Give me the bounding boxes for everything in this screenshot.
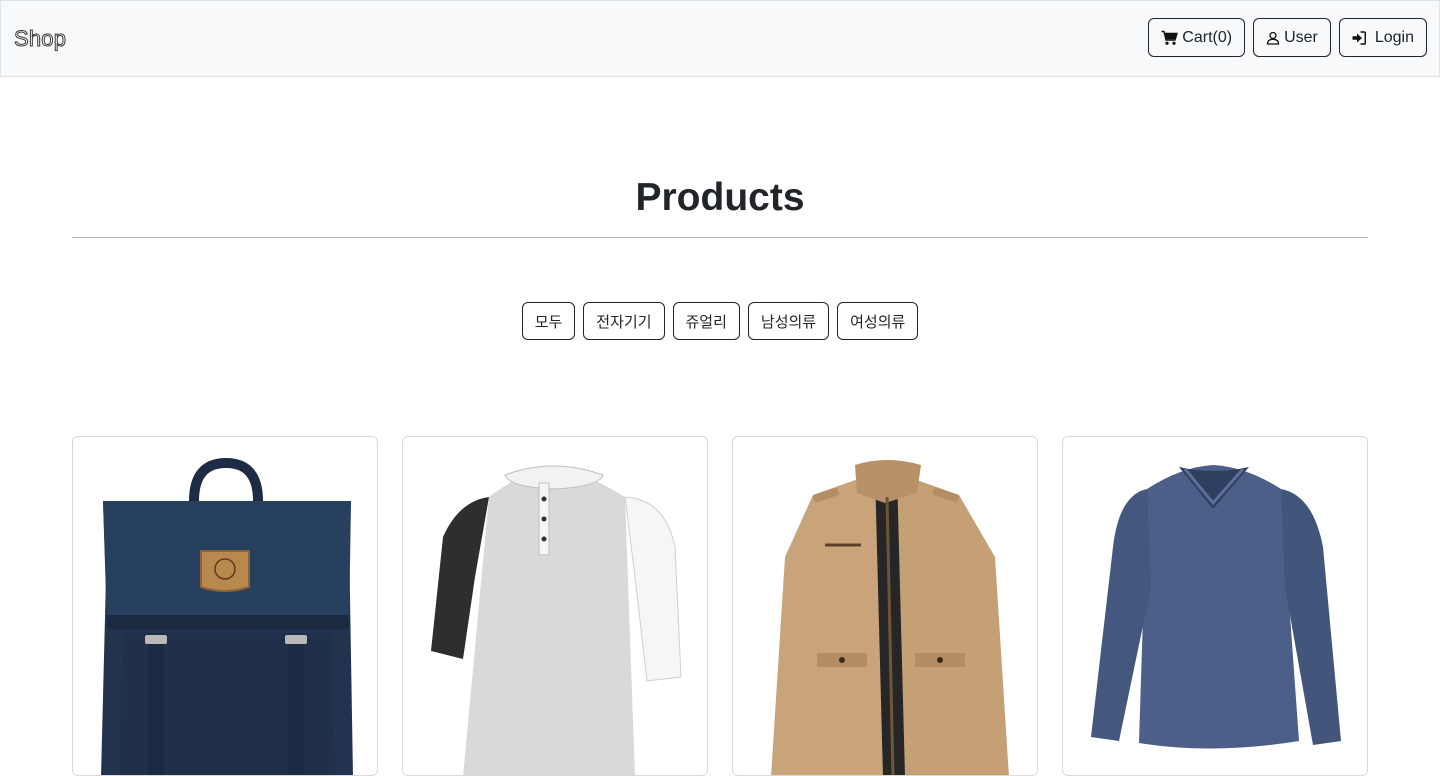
brand-link[interactable]: Shop <box>13 23 66 55</box>
filter-jewelery-button[interactable]: 쥬얼리 <box>672 302 740 340</box>
login-button[interactable]: Login <box>1338 18 1427 57</box>
user-button[interactable]: User <box>1253 18 1331 57</box>
cart-label: Cart(0) <box>1182 28 1233 46</box>
category-filters: 모두 전자기기 쥬얼리 남성의류 여성의류 <box>0 302 1440 340</box>
user-label: User <box>1284 28 1318 46</box>
product-card[interactable] <box>72 436 378 776</box>
product-card[interactable] <box>402 436 708 776</box>
nav-buttons: Cart(0) User Login <box>1148 18 1427 57</box>
navbar: Shop Cart(0) User Login <box>0 0 1440 77</box>
filter-all-button[interactable]: 모두 <box>521 302 576 340</box>
login-icon <box>1352 30 1366 45</box>
user-icon <box>1266 31 1280 45</box>
filter-mens-clothing-button[interactable]: 남성의류 <box>747 302 830 340</box>
login-label: Login <box>1374 28 1414 46</box>
cart-button[interactable]: Cart(0) <box>1148 18 1246 57</box>
product-card[interactable] <box>732 436 1038 776</box>
blue-longsleeve-image <box>1091 465 1341 749</box>
filter-electronics-button[interactable]: 전자기기 <box>583 302 665 340</box>
product-grid <box>72 436 1368 776</box>
page-title: Products <box>635 176 805 219</box>
cart-icon <box>1161 30 1179 46</box>
khaki-jacket-image <box>771 460 1009 775</box>
product-card[interactable] <box>1062 436 1368 776</box>
title-divider <box>72 237 1368 238</box>
backpack-image <box>101 457 353 775</box>
filter-womens-clothing-button[interactable]: 여성의류 <box>837 302 919 340</box>
raglan-shirt-image <box>431 465 682 775</box>
